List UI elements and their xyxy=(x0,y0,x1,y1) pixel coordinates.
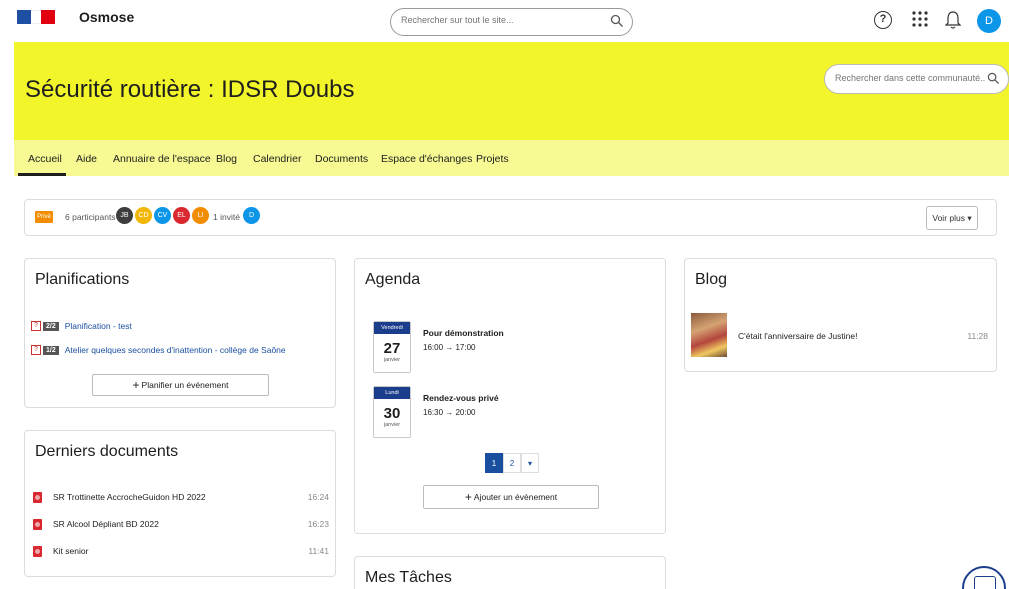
participant-avatar[interactable]: CD xyxy=(135,207,152,224)
list-item[interactable]: Kit senior 11:41 xyxy=(33,546,329,558)
tab-blog[interactable]: Blog xyxy=(216,153,237,165)
card-title: Derniers documents xyxy=(35,443,179,460)
marianne-logo[interactable] xyxy=(17,10,55,24)
blog-post-time: 11:28 xyxy=(967,331,988,341)
assistant-widget-icon[interactable] xyxy=(962,566,1006,589)
participant-avatar[interactable]: LI xyxy=(192,207,209,224)
event-time: 16:30 → 20:00 xyxy=(423,408,476,417)
document-name[interactable]: Kit senior xyxy=(53,546,88,556)
privacy-badge: Privé xyxy=(35,211,53,223)
list-item[interactable]: SR Trottinette AccrocheGuidon HD 2022 16… xyxy=(33,492,329,504)
community-title: Sécurité routière : IDSR Doubs xyxy=(25,76,355,103)
search-icon[interactable] xyxy=(987,72,1000,85)
tab-documents[interactable]: Documents xyxy=(315,153,368,165)
participant-avatar[interactable]: JB xyxy=(116,207,133,224)
list-item[interactable]: ? 2/2 Planification - test xyxy=(31,320,132,332)
user-avatar[interactable]: D xyxy=(977,9,1001,33)
community-search-input[interactable] xyxy=(835,73,985,83)
tab-aide[interactable]: Aide xyxy=(76,153,97,165)
voir-plus-button[interactable]: Voir plus ▾ xyxy=(926,206,978,230)
page-1[interactable]: 1 xyxy=(485,453,503,473)
blog-thumbnail[interactable] xyxy=(691,313,727,357)
card-title: Agenda xyxy=(365,271,421,288)
pagination: 1 2 ▾ xyxy=(485,453,539,473)
agenda-card: Agenda Vendredi 27 janvier Pour démonstr… xyxy=(354,258,666,534)
poll-icon: ? xyxy=(31,321,41,331)
card-title: Mes Tâches xyxy=(365,569,452,586)
tab-accueil[interactable]: Accueil xyxy=(28,153,62,165)
poll-icon: ? xyxy=(31,345,41,355)
search-icon[interactable] xyxy=(610,14,624,28)
page-2[interactable]: 2 xyxy=(503,453,521,473)
document-time: 16:24 xyxy=(307,492,329,502)
help-icon[interactable]: ? xyxy=(874,11,892,29)
blog-card: Blog C'était l'anniversaire de Justine! … xyxy=(684,258,997,372)
participants-bar: Privé 6 participants JB CD CV EL LI 1 in… xyxy=(24,199,997,236)
page-next[interactable]: ▾ xyxy=(521,453,539,473)
card-title: Blog xyxy=(695,271,728,288)
document-name[interactable]: SR Trottinette AccrocheGuidon HD 2022 xyxy=(53,492,206,502)
event-title[interactable]: Pour démonstration xyxy=(423,328,504,338)
blog-post-title[interactable]: C'était l'anniversaire de Justine! xyxy=(738,331,857,341)
invite-count[interactable]: 1 invité xyxy=(213,212,240,222)
calendar-date[interactable]: Lundi 30 janvier xyxy=(373,386,411,438)
invite-avatar[interactable]: D xyxy=(243,207,260,224)
planifier-evenement-button[interactable]: + Planifier un événement xyxy=(92,374,269,396)
tasks-card: Mes Tâches xyxy=(354,556,666,589)
list-item[interactable]: ? 1/2 Atelier quelques secondes d'inatte… xyxy=(31,344,286,356)
community-nav: Accueil Aide Annuaire de l'espace Blog C… xyxy=(14,140,1009,176)
calendar-date[interactable]: Vendredi 27 janvier xyxy=(373,321,411,373)
card-title: Planifications xyxy=(35,271,130,288)
ajouter-evenement-button[interactable]: + Ajouter un évènement xyxy=(423,485,599,509)
document-time: 16:23 xyxy=(307,519,329,529)
participants-count[interactable]: 6 participants xyxy=(65,212,116,222)
vote-ratio: 2/2 xyxy=(43,321,59,331)
tab-projets[interactable]: Projets xyxy=(476,153,509,165)
plus-icon: + xyxy=(464,490,472,504)
participant-avatar[interactable]: CV xyxy=(154,207,171,224)
tab-espace-echanges[interactable]: Espace d'échanges xyxy=(381,153,472,165)
vote-ratio: 1/2 xyxy=(43,345,59,355)
planification-link[interactable]: Planification - test xyxy=(65,321,132,331)
pdf-icon xyxy=(33,546,42,557)
apps-grid-icon[interactable] xyxy=(912,11,928,27)
documents-card: Derniers documents SR Trottinette Accroc… xyxy=(24,430,336,577)
planification-link[interactable]: Atelier quelques secondes d'inattention … xyxy=(65,345,286,355)
event-title[interactable]: Rendez-vous privé xyxy=(423,393,499,403)
participant-avatar[interactable]: EL xyxy=(173,207,190,224)
tab-annuaire[interactable]: Annuaire de l'espace xyxy=(113,153,211,165)
planifications-card: Planifications ? 2/2 Planification - tes… xyxy=(24,258,336,408)
site-search[interactable] xyxy=(390,8,633,36)
event-time: 16:00 → 17:00 xyxy=(423,343,476,352)
document-name[interactable]: SR Alcool Dépliant BD 2022 xyxy=(53,519,159,529)
plus-icon: + xyxy=(132,378,140,392)
pdf-icon xyxy=(33,492,42,503)
top-bar: Osmose ? D xyxy=(0,0,1009,40)
pdf-icon xyxy=(33,519,42,530)
active-tab-indicator xyxy=(18,173,66,176)
community-search[interactable] xyxy=(824,64,1009,94)
brand-name[interactable]: Osmose xyxy=(79,9,134,25)
community-banner: Sécurité routière : IDSR Doubs xyxy=(14,42,1009,140)
list-item[interactable]: SR Alcool Dépliant BD 2022 16:23 xyxy=(33,519,329,531)
bell-icon[interactable] xyxy=(945,10,961,30)
site-search-input[interactable] xyxy=(401,15,601,25)
document-time: 11:41 xyxy=(308,546,329,556)
tab-calendrier[interactable]: Calendrier xyxy=(253,153,301,165)
